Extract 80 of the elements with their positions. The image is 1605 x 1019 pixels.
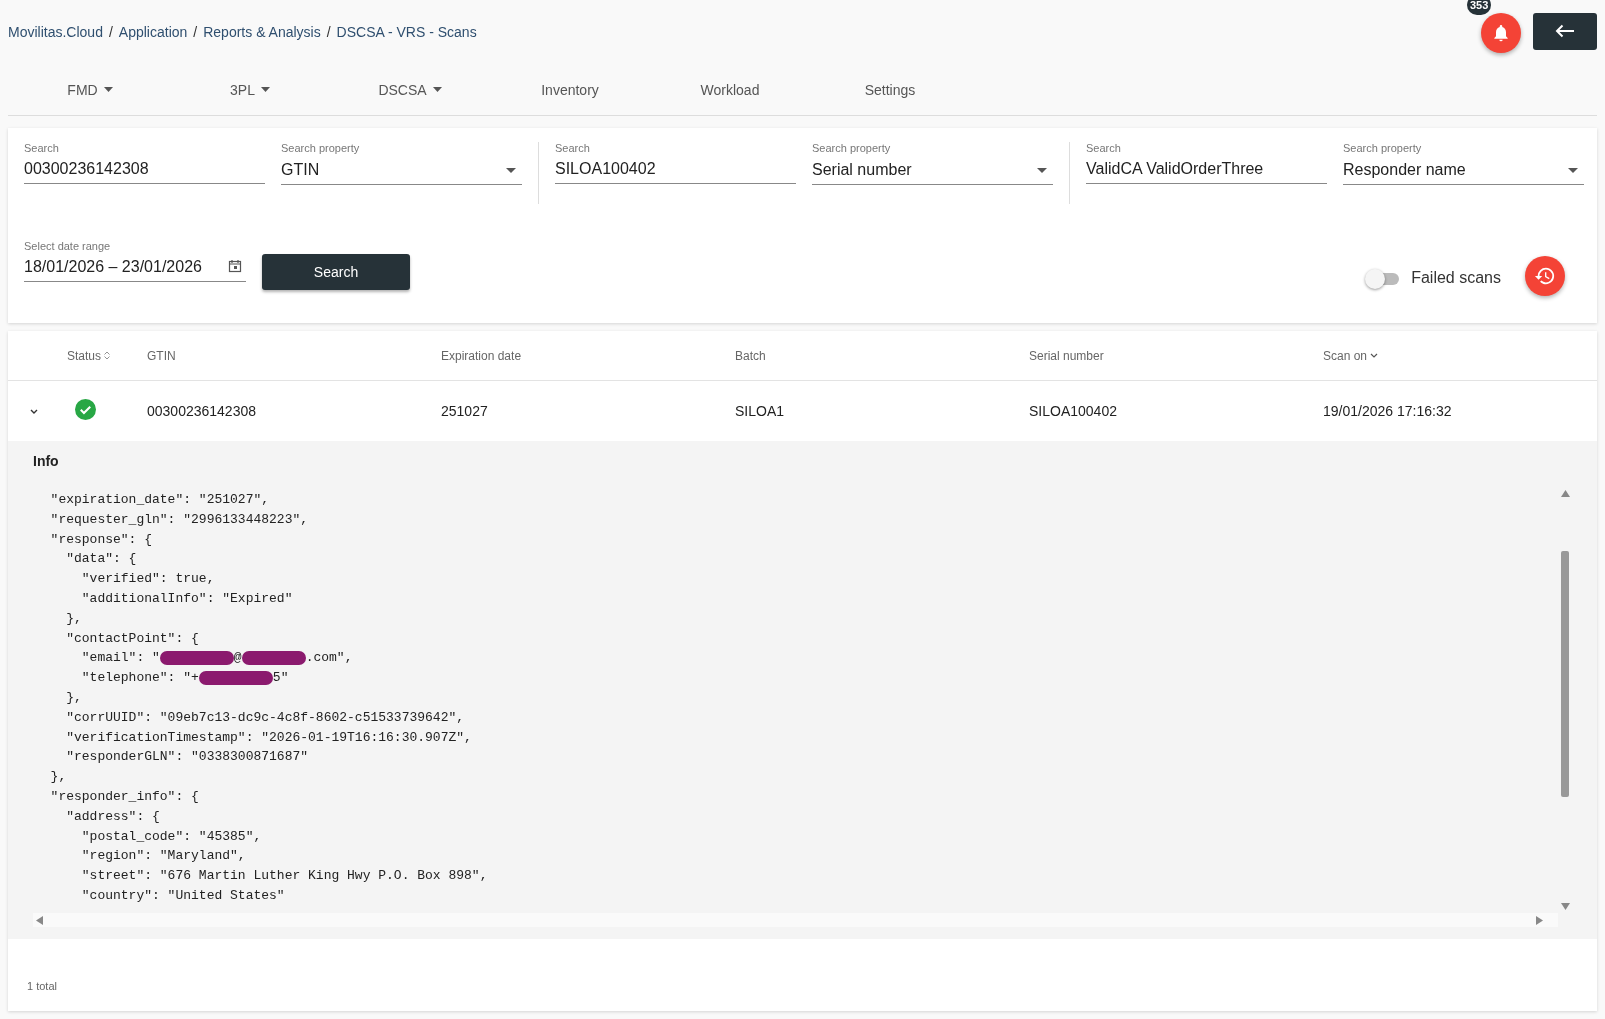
bell-icon [1491, 23, 1511, 43]
table-cell-text: SILOA100402 [1029, 403, 1118, 419]
horizontal-scrollbar[interactable] [33, 913, 1558, 927]
toggle-label: Failed scans [1411, 269, 1501, 287]
scroll-left-icon[interactable] [35, 916, 44, 925]
redaction-mark [241, 650, 306, 665]
search-field[interactable]: ValidCA ValidOrderThree [1086, 160, 1327, 184]
column-header[interactable]: Scan on [1323, 348, 1597, 363]
info-title: Info [33, 453, 60, 469]
breadcrumb-link[interactable]: Application [118, 24, 188, 40]
field-label: Search [24, 142, 60, 154]
notification-count: 353 [1467, 0, 1492, 15]
breadcrumb-link[interactable]: DSCSA - VRS - Scans [336, 24, 477, 40]
calendar-icon[interactable] [228, 259, 242, 273]
notification-button[interactable] [1481, 13, 1521, 53]
column-header: Batch [735, 348, 767, 363]
breadcrumb-separator: / [193, 24, 198, 40]
breadcrumb-link[interactable]: Movilitas.Cloud [8, 24, 103, 40]
field-label: Search [1086, 142, 1122, 154]
code-line: "response": { [49, 530, 154, 549]
code-line: }, [65, 609, 83, 628]
column-header: GTIN [147, 348, 177, 363]
search-field[interactable]: SILOA100402 [555, 160, 796, 184]
total-count: 1 total [26, 979, 58, 994]
dropdown-caret-icon [506, 168, 516, 173]
nav-tab[interactable]: DSCSA [330, 64, 490, 115]
breadcrumb-link[interactable]: Reports & Analysis [203, 24, 321, 40]
back-button[interactable] [1533, 12, 1597, 50]
code-line: }, [49, 768, 68, 787]
code-line: "additionalInfo": "Expired" [80, 590, 294, 608]
nav-tab[interactable]: Workload [650, 64, 810, 115]
sort-icon[interactable] [104, 351, 111, 360]
code-line: "requester_gln": "2996133448223", [49, 510, 310, 529]
dropdown-caret-icon [1568, 168, 1578, 173]
property-select[interactable]: Search property GTIN [281, 142, 522, 185]
code-line: "region": "Maryland", [80, 847, 247, 866]
chevron-icon [30, 408, 38, 414]
scroll-down-icon[interactable] [1561, 902, 1570, 911]
column-header: Expiration date [441, 348, 523, 363]
column-header[interactable]: Status [67, 348, 147, 363]
code-line: "address": { [65, 807, 161, 826]
property-select[interactable]: Search property Serial number [812, 142, 1053, 185]
table-cell-text: 00300236142308 [147, 403, 257, 419]
code-line: "street": "676 Martin Luther King Hwy P.O. Box 898", [80, 867, 489, 886]
date-range-field[interactable]: 18/01/2026 – 23/01/2026 [24, 258, 246, 282]
nav-tab[interactable]: Settings [810, 64, 970, 115]
history-icon [1534, 265, 1556, 287]
code-line: "postal_code": "45385", [80, 827, 263, 846]
field-label: Search [555, 142, 591, 154]
field-label: Select date range [24, 240, 112, 252]
code-line: "verificationTimestamp": "2026-01-19T16:16:30.907Z", [65, 728, 473, 747]
code-line: "verified": true, [80, 570, 216, 589]
breadcrumb-separator: / [326, 24, 331, 40]
search-button[interactable]: Search [262, 254, 410, 290]
nav-tab[interactable]: FMD [10, 64, 170, 115]
sort-descending-icon[interactable] [1370, 353, 1379, 358]
code-line: }, [65, 688, 83, 707]
code-line: "country": "United States" [80, 886, 286, 905]
table-cell-text: SILOA1 [735, 403, 786, 419]
column-header: Serial number [1029, 348, 1105, 363]
left-arrow-icon [1555, 24, 1575, 38]
code-line: "contactPoint": { [65, 629, 200, 648]
table-cell-text: 251027 [441, 403, 489, 419]
code-line: "responder_info": { [49, 787, 200, 806]
dropdown-caret-icon [1037, 168, 1047, 173]
scroll-up-icon[interactable] [1561, 489, 1570, 498]
nav-tab[interactable]: Inventory [490, 64, 650, 115]
search-field[interactable]: 00300236142308 [24, 160, 265, 184]
code-line: "email": " @ .com", [80, 649, 354, 668]
history-button[interactable] [1525, 256, 1565, 296]
table-cell-text: 19/01/2026 17:16:32 [1323, 403, 1453, 419]
scroll-right-icon[interactable] [1535, 916, 1544, 925]
code-line: "corrUUID": "09eb7c13-dc9c-4c8f-8602-c51533739642", [65, 708, 466, 727]
code-line: "expiration_date": "251027", [49, 491, 271, 509]
property-select[interactable]: Search property Responder name [1343, 142, 1584, 185]
code-line: "responderGLN": "0338300871687" [65, 748, 310, 767]
nav-tab[interactable]: 3PL [170, 64, 330, 115]
code-line: "data": { [65, 550, 138, 569]
code-line: "telephone": "+ 5" [80, 669, 290, 688]
breadcrumb-separator: / [108, 24, 113, 40]
